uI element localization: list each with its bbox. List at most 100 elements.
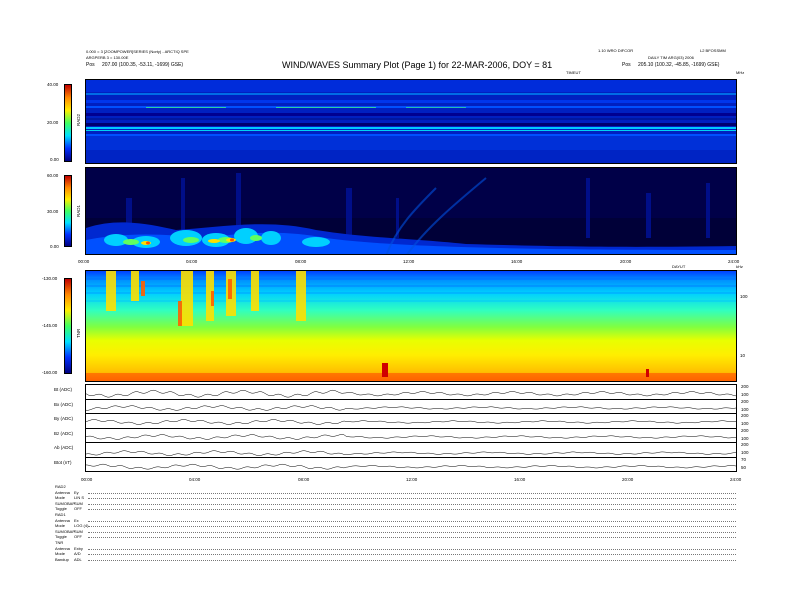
footer-heading: RAD1	[55, 512, 66, 517]
header-left-line1: 0.000 = 3 [ZOOMPOWER]SERIES (Norty) - AR…	[86, 49, 189, 54]
footer-dotted-line	[88, 531, 736, 533]
strip-right-tick: 100	[741, 421, 749, 426]
footer-dotted-line	[88, 559, 736, 561]
strip-right-tick: 200	[741, 427, 749, 433]
footer-value: OFF	[74, 534, 82, 540]
strip-label: By (ADC)	[54, 416, 73, 421]
footer-key: Toggle	[55, 506, 67, 512]
footer-key: Bandup	[55, 556, 69, 562]
rad2-cbar-tick-bottom: 0.00	[50, 157, 59, 162]
footer-value: Ex	[74, 517, 79, 523]
tnr-spectrogram	[85, 270, 737, 382]
strip-right-tick: 200	[741, 442, 749, 447]
strip-panel	[85, 413, 737, 429]
strip-panel	[85, 427, 737, 443]
strip-right-tick: 200	[741, 398, 749, 404]
pos-value: 207.00 (100.35, -53.11, -1699) GSE)	[102, 62, 184, 68]
footer-dotted-line	[88, 509, 736, 511]
footer-key: Antenna	[55, 545, 70, 551]
rad1-cbar-tick-bottom: 0.00	[50, 244, 59, 249]
strip-label: Btot (nT)	[54, 459, 72, 465]
rad2-spectrogram	[85, 79, 737, 164]
tnr-right-tick-100: 100	[740, 294, 748, 299]
x-tick-1: 04:00	[186, 259, 198, 264]
footer-dotted-line	[88, 492, 736, 494]
header-right-line1b: L2 BFOSSMM	[700, 48, 726, 53]
rad2-colorbar	[64, 84, 72, 162]
strip-right-tick: 100	[741, 406, 749, 412]
strip-right-tick: 200	[741, 384, 749, 389]
footer-value: SUM	[74, 528, 83, 534]
rad1-ylabel: RAD1	[76, 204, 81, 217]
footer-value: Exby	[74, 545, 83, 551]
rad1-cbar-tick-mid: 30.00	[47, 209, 59, 214]
strip-trace	[86, 450, 736, 456]
strip-right-tick: 100	[741, 392, 749, 397]
mhz-label: MHz	[736, 70, 745, 75]
rad1-spectrogram	[85, 167, 737, 255]
footer-dotted-line	[88, 520, 736, 522]
footer-value: ADL	[74, 556, 82, 562]
strip-panel	[85, 384, 737, 400]
footer-key: Toggle	[55, 534, 67, 540]
strip-x-tick-2: 08:00	[298, 477, 310, 482]
strip-right-tick: 70	[741, 456, 747, 462]
strip-panel	[85, 398, 737, 414]
page-title: WIND/WAVES Summary Plot (Page 1) for 22-…	[282, 60, 553, 70]
strip-x-tick-4: 16:00	[514, 477, 526, 482]
strip-label: Bx (ADC)	[54, 401, 73, 407]
time-axis-label: TIMEUT	[566, 70, 581, 75]
strip-trace	[86, 389, 736, 398]
x-tick-4: 16:00	[511, 259, 523, 264]
footer-dotted-line	[88, 554, 736, 556]
footer-value: LOG (4)	[74, 523, 89, 529]
strip-x-tick-6: 24:00	[730, 477, 742, 482]
strip-trace	[86, 419, 736, 425]
x-tick-3: 12:00	[403, 259, 415, 264]
strip-panel	[85, 442, 737, 458]
tnr-colorbar	[64, 278, 72, 374]
rad2-cbar-tick-top: 40.00	[47, 82, 59, 87]
tnr-cbar-tick-top: -130.00	[42, 276, 58, 281]
header-right-pos: Pos 205.10 (100.32, -45.85, -1699) GSE)	[622, 62, 719, 68]
footer-value: LIN S	[74, 495, 85, 501]
pos-value: 205.10 (100.32, -45.85, -1699) GSE)	[638, 62, 720, 68]
strip-label: Ab (ADC)	[54, 445, 74, 450]
strip-right-tick: 50	[741, 464, 747, 470]
x-tick-5: 20:00	[620, 259, 632, 264]
khz-label: kHz	[736, 264, 743, 269]
rad2-ylabel: RAD2	[76, 113, 81, 126]
strip-right-tick: 200	[741, 413, 749, 418]
tnr-right-tick-10: 10	[740, 353, 746, 358]
footer-heading: RAD2	[55, 484, 66, 489]
tnr-cbar-tick-bottom: -160.00	[42, 370, 58, 375]
rad2-cbar-tick-mid: 20.00	[47, 120, 59, 125]
x-tick-2: 08:00	[295, 259, 307, 264]
header-left-line2: ARGPERB 3 = 130.00E	[86, 55, 129, 60]
rad1-colorbar	[64, 175, 72, 247]
strip-panel	[85, 456, 737, 472]
strip-trace	[86, 463, 736, 469]
footer-value: Ey	[74, 489, 79, 495]
footer-dotted-line	[88, 498, 736, 500]
footer-value: SUM	[74, 500, 83, 506]
strip-label: Bz (ADC)	[54, 430, 73, 436]
strip-x-tick-1: 04:00	[189, 477, 201, 482]
strip-x-tick-5: 20:00	[622, 477, 634, 482]
footer-value: A/D	[74, 551, 81, 557]
header-left-pos: Pos 207.00 (100.35, -53.11, -1699) GSE)	[86, 62, 183, 68]
footer-dotted-line	[88, 537, 736, 539]
strip-right-tick: 100	[741, 435, 749, 441]
footer-heading: TNR	[55, 540, 64, 545]
strip-right-tick: 100	[741, 450, 749, 455]
footer-key: Antenna	[55, 489, 70, 495]
footer-key: Antenna	[55, 517, 70, 523]
pos-label: Pos	[86, 62, 95, 68]
strip-trace	[86, 404, 736, 411]
footer-key: Mode	[55, 551, 66, 557]
tnr-cbar-tick-mid: -145.00	[42, 323, 58, 328]
footer-dotted-line	[88, 548, 736, 550]
strip-trace	[86, 433, 736, 440]
strip-x-tick-0: 00:00	[81, 477, 93, 482]
strip-label: Bt (ADC)	[54, 387, 72, 392]
